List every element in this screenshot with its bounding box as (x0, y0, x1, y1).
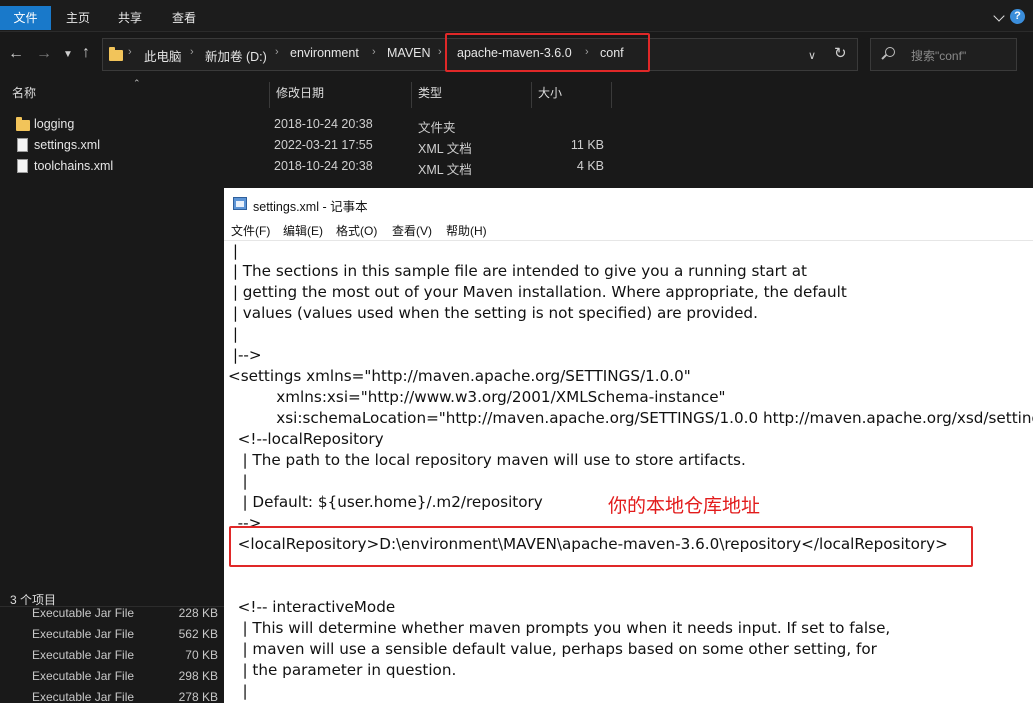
help-icon[interactable]: ? (1010, 9, 1025, 24)
chevron-down-icon[interactable] (993, 10, 1005, 22)
item-type: Executable Jar File (32, 669, 135, 683)
window-title: settings.xml - 记事本 (253, 200, 368, 214)
file-date: 2022-03-21 17:55 (274, 138, 373, 152)
text-line: | values (values used when the setting i… (228, 304, 758, 322)
text-line: | Default: ${user.home}/.m2/repository (228, 493, 543, 511)
file-type: XML 文档 (418, 163, 472, 177)
column-header-size[interactable]: 大小 (532, 82, 612, 108)
chevron-right-icon[interactable]: › (438, 46, 442, 58)
tab-share[interactable]: 共享 (109, 6, 151, 30)
file-date: 2018-10-24 20:38 (274, 159, 373, 173)
item-type: Executable Jar File (32, 606, 135, 620)
breadcrumb-this-pc[interactable]: 此电脑 (144, 46, 182, 65)
menu-help[interactable]: 帮助(H) (446, 222, 487, 239)
file-row-settings[interactable]: settings.xml 2022-03-21 17:55 XML 文档 11 … (0, 135, 620, 156)
text-editor[interactable]: | | The sections in this sample file are… (224, 242, 1033, 703)
file-size: 11 KB (570, 138, 604, 152)
column-header-type[interactable]: 类型 (412, 82, 532, 108)
notepad-icon (233, 197, 247, 210)
ribbon-bar: 文件 主页 共享 查看 ? (0, 0, 1033, 32)
text-line: | getting the most out of your Maven ins… (228, 283, 847, 301)
text-line: | (228, 325, 238, 343)
list-item[interactable]: Executable Jar File 70 KB (0, 646, 224, 667)
text-line: | (228, 682, 248, 700)
text-line: | The path to the local repository maven… (228, 451, 746, 469)
refresh-icon[interactable]: ↻ (834, 45, 847, 63)
text-line: <!--localRepository (228, 430, 384, 448)
folder-icon (109, 47, 123, 61)
item-size: 228 KB (178, 606, 218, 620)
text-line: | maven will use a sensible default valu… (228, 640, 877, 658)
file-date: 2018-10-24 20:38 (274, 117, 373, 131)
item-size: 278 KB (178, 690, 218, 703)
annotation-label: 你的本地仓库地址 (608, 495, 761, 517)
forward-arrow-icon[interactable]: → (36, 45, 52, 63)
text-line: |--> (228, 346, 262, 364)
tab-view[interactable]: 查看 (163, 6, 205, 30)
list-item[interactable]: Executable Jar File 298 KB (0, 667, 224, 688)
file-name: settings.xml (34, 138, 100, 152)
path-highlight-box (445, 33, 650, 72)
text-line: <!-- interactiveMode (228, 598, 396, 616)
local-repository-highlight-box (229, 526, 973, 567)
item-size: 298 KB (178, 669, 218, 683)
file-row-toolchains[interactable]: toolchains.xml 2018-10-24 20:38 XML 文档 4… (0, 156, 620, 177)
search-input[interactable]: 搜索"conf" (911, 47, 966, 64)
chevron-right-icon[interactable]: › (190, 46, 194, 58)
text-line: <settings xmlns="http://maven.apache.org… (228, 367, 691, 385)
tab-home[interactable]: 主页 (57, 6, 99, 30)
breadcrumb-environment[interactable]: environment (290, 46, 359, 60)
recent-locations-icon[interactable]: ▼ (63, 46, 73, 64)
item-type: Executable Jar File (32, 690, 135, 703)
text-line: | (228, 242, 238, 260)
menu-view[interactable]: 查看(V) (392, 222, 432, 239)
file-name: toolchains.xml (34, 159, 114, 173)
text-line: | The sections in this sample file are i… (228, 262, 807, 280)
text-line: xmlns:xsi="http://www.w3.org/2001/XMLSch… (228, 388, 726, 406)
menu-edit[interactable]: 编辑(E) (283, 222, 323, 239)
file-type: 文件夹 (418, 121, 456, 135)
search-box[interactable]: 搜索"conf" (870, 38, 1017, 71)
menu-bar: 文件(F) 编辑(E) 格式(O) 查看(V) 帮助(H) (224, 219, 1033, 241)
search-icon (885, 47, 895, 57)
chevron-right-icon[interactable]: › (275, 46, 279, 58)
text-line: | (228, 472, 248, 490)
xml-file-icon (17, 159, 28, 173)
breadcrumb-maven[interactable]: MAVEN (387, 46, 431, 60)
tab-file[interactable]: 文件 (0, 6, 51, 30)
column-header-date[interactable]: 修改日期 (270, 82, 412, 108)
sort-up-icon: ⌃ (133, 78, 141, 88)
address-dropdown-icon[interactable]: ∨ (808, 47, 816, 65)
breadcrumb-drive-d[interactable]: 新加卷 (D:) (205, 46, 267, 65)
file-size: 4 KB (576, 159, 604, 173)
notepad-titlebar[interactable]: settings.xml - 记事本 (224, 188, 1033, 219)
chevron-right-icon[interactable]: › (128, 46, 132, 58)
item-type: Executable Jar File (32, 648, 135, 662)
file-name: logging (34, 117, 75, 131)
menu-file[interactable]: 文件(F) (231, 222, 270, 239)
item-size: 562 KB (178, 627, 218, 641)
up-arrow-icon[interactable]: ↑ (82, 44, 90, 62)
file-row-logging[interactable]: logging 2018-10-24 20:38 文件夹 (0, 114, 620, 135)
folder-icon (16, 117, 30, 131)
xml-file-icon (17, 138, 28, 152)
file-type: XML 文档 (418, 142, 472, 156)
item-size: 70 KB (185, 648, 218, 662)
list-item[interactable]: Executable Jar File 278 KB (0, 688, 224, 703)
menu-format[interactable]: 格式(O) (336, 222, 377, 239)
back-arrow-icon[interactable]: ← (8, 45, 24, 63)
list-item[interactable]: Executable Jar File 562 KB (0, 625, 224, 646)
item-type: Executable Jar File (32, 627, 135, 641)
notepad-window: settings.xml - 记事本 文件(F) 编辑(E) 格式(O) 查看(… (224, 188, 1033, 703)
text-line: | the parameter in question. (228, 661, 457, 679)
chevron-right-icon[interactable]: › (372, 46, 376, 58)
text-line: | This will determine whether maven prom… (228, 619, 891, 637)
text-line: xsi:schemaLocation="http://maven.apache.… (276, 409, 1033, 427)
list-item[interactable]: Executable Jar File 228 KB (0, 604, 224, 625)
